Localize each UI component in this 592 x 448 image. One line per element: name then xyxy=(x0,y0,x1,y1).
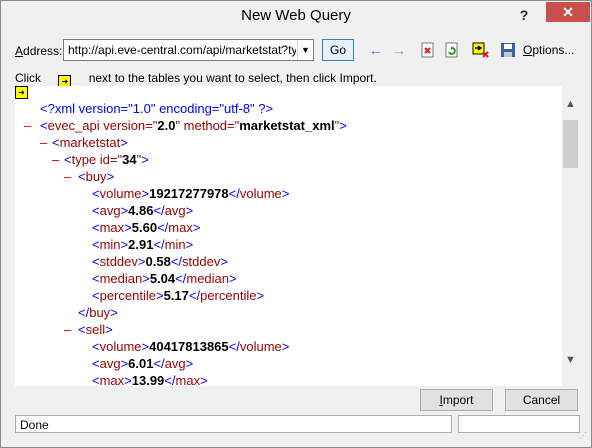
type-element: <type id="34"> xyxy=(64,152,149,167)
status-text: Done xyxy=(20,418,49,432)
scroll-up-icon[interactable]: ▲ xyxy=(562,98,579,115)
xml-declaration: <?xml version="1.0" encoding="utf-8" ?> xyxy=(40,101,274,116)
help-button[interactable]: ? xyxy=(511,4,537,26)
window-title: New Web Query xyxy=(241,7,351,24)
buy-stddev-value: 0.58 xyxy=(145,254,171,269)
sell-max-value: 13.99 xyxy=(131,373,165,388)
buy-median-element: <median>5.04</median> xyxy=(92,271,237,286)
forward-icon[interactable]: → xyxy=(390,41,408,59)
collapse-sell-icon[interactable]: – xyxy=(64,322,71,337)
sell-volume-value: 40417813865 xyxy=(149,339,229,354)
address-label-rest: ddress: xyxy=(23,44,63,58)
stop-icon[interactable] xyxy=(419,41,437,59)
buy-percentile-value: 5.17 xyxy=(163,288,189,303)
sell-open-element: <sell> xyxy=(78,322,113,337)
buy-min-value: 2.91 xyxy=(128,237,154,252)
instructions-part2: next to the tables you want to select, t… xyxy=(88,71,377,85)
buy-avg-element: <avg>4.86</avg> xyxy=(92,203,194,218)
address-input[interactable]: http://api.eve-central.com/api/marketsta… xyxy=(68,43,296,57)
evec-api-element: <evec_api version="2.0" method="marketst… xyxy=(40,118,347,133)
refresh-icon[interactable] xyxy=(443,41,461,59)
marketstat-element: <marketstat> xyxy=(52,135,128,150)
options-label-rest: ptions... xyxy=(532,43,575,57)
sell-volume-element: <volume>40417813865</volume> xyxy=(92,339,290,354)
buy-max-value: 5.60 xyxy=(131,220,158,235)
close-button[interactable]: ✕ xyxy=(546,2,590,22)
buy-open-element: <buy> xyxy=(78,169,115,184)
back-icon[interactable]: ← xyxy=(367,41,385,59)
buy-max-element: <max>5.60</max> xyxy=(92,220,201,235)
collapse-type-icon[interactable]: – xyxy=(52,152,59,167)
buy-stddev-element: <stddev>0.58</stddev> xyxy=(92,254,228,269)
resize-grip-icon[interactable]: ⋰ xyxy=(579,431,589,441)
title-bar[interactable]: New Web Query ? ✕ xyxy=(1,1,591,33)
collapse-evec-api-icon[interactable]: – xyxy=(24,118,31,133)
buy-percentile-element: <percentile>5.17</percentile> xyxy=(92,288,265,303)
address-dropdown-icon[interactable]: ▼ xyxy=(297,40,313,60)
buy-min-element: <min>2.91</min> xyxy=(92,237,194,252)
xml-content-pane: ➜ <?xml version="1.0" encoding="utf-8" ?… xyxy=(15,86,562,388)
go-button[interactable]: Go xyxy=(322,39,354,61)
status-bar: Done xyxy=(15,415,452,433)
status-bar-secondary xyxy=(458,415,580,433)
options-button[interactable]: Options... xyxy=(523,43,574,57)
sell-max-element: <max>13.99</max> xyxy=(92,373,208,388)
sell-avg-element: <avg>6.01</avg> xyxy=(92,356,194,371)
save-query-icon[interactable] xyxy=(499,41,517,59)
buy-volume-value: 19217277978 xyxy=(149,186,229,201)
sell-avg-value: 6.01 xyxy=(128,356,154,371)
address-label: Address: xyxy=(15,44,62,58)
new-web-query-dialog: New Web Query ? ✕ Address: http://api.ev… xyxy=(0,0,592,448)
buy-median-value: 5.04 xyxy=(149,271,176,286)
buy-avg-value: 4.86 xyxy=(128,203,154,218)
collapse-marketstat-icon[interactable]: – xyxy=(40,135,47,150)
buy-close-element: </buy> xyxy=(78,305,118,320)
collapse-buy-icon[interactable]: – xyxy=(64,169,71,184)
cancel-button[interactable]: Cancel xyxy=(505,389,578,411)
select-page-arrow-icon[interactable]: ➜ xyxy=(15,86,28,99)
address-label-accel: A xyxy=(15,44,24,58)
scroll-thumb[interactable] xyxy=(563,120,578,168)
vertical-scrollbar[interactable]: ▲ ▼ xyxy=(562,86,579,386)
address-combobox[interactable]: http://api.eve-central.com/api/marketsta… xyxy=(63,39,314,61)
scroll-down-icon[interactable]: ▼ xyxy=(562,354,579,371)
buy-volume-element: <volume>19217277978</volume> xyxy=(92,186,290,201)
import-button[interactable]: Import xyxy=(420,389,493,411)
hide-icons-icon[interactable] xyxy=(472,41,490,59)
instructions-part1: Click xyxy=(15,71,41,85)
